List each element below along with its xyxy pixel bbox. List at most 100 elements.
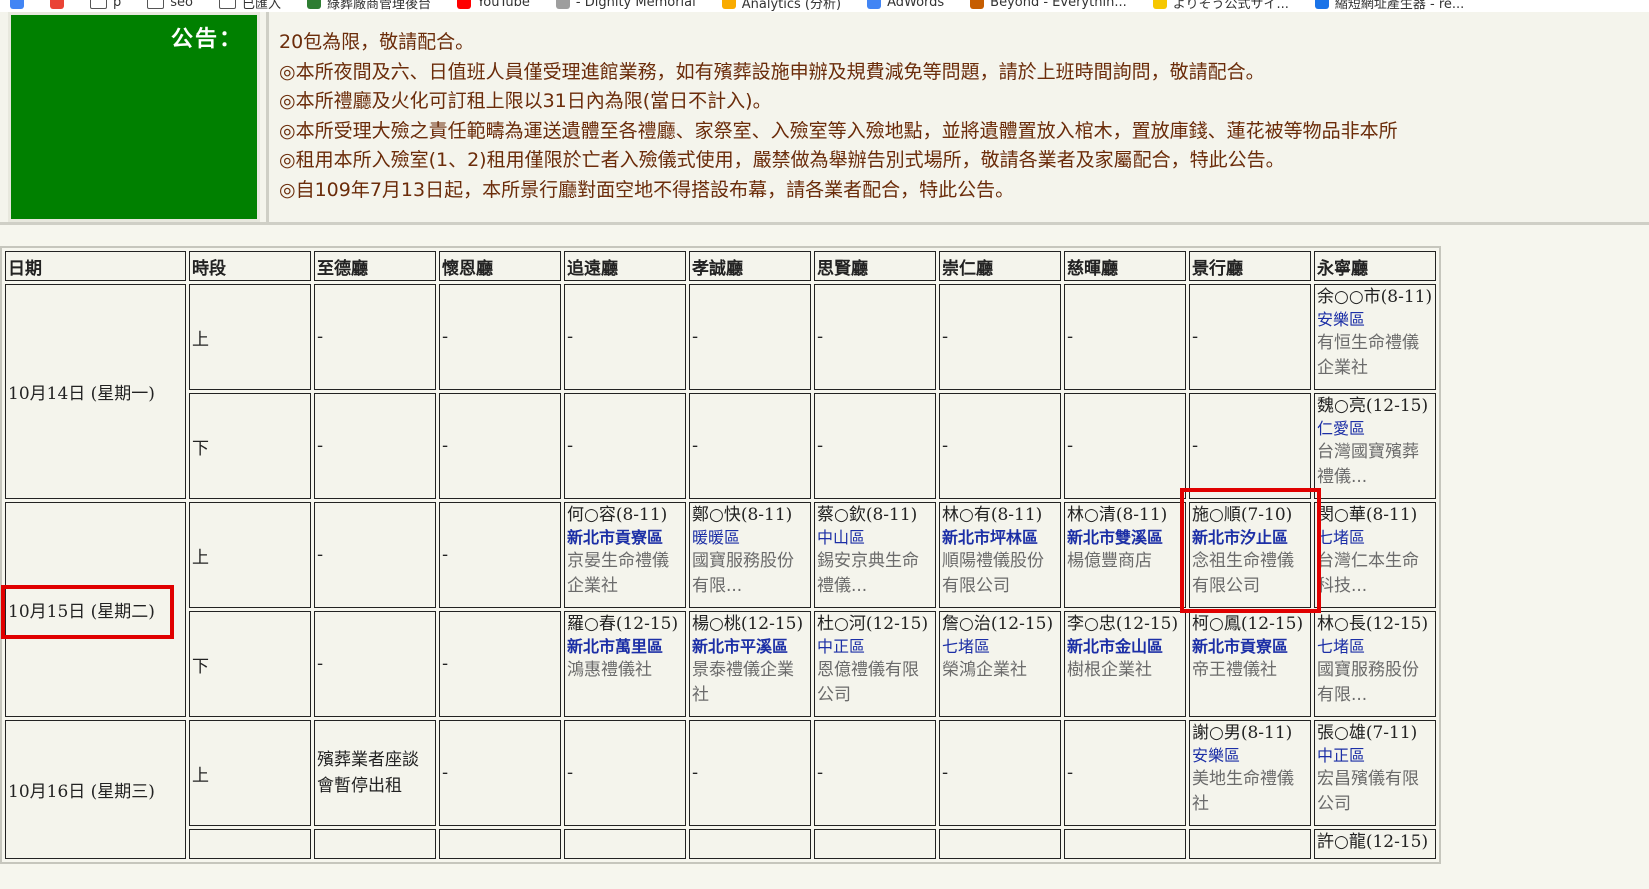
hall-slot-cell[interactable] — [939, 829, 1061, 859]
district-link[interactable]: 中正區 — [817, 636, 933, 658]
hall-slot-cell[interactable]: 魏○亮(12-15) 仁愛區 台灣國寶殯葬禮儀... — [1314, 393, 1436, 499]
district-link[interactable]: 安樂區 — [1317, 309, 1433, 331]
hall-slot-cell[interactable]: - — [439, 720, 561, 826]
hall-slot-cell[interactable]: 蔡○欽(8-11) 中山區 錫安京典生命禮儀... — [814, 502, 936, 608]
hall-slot-cell[interactable]: - — [689, 720, 811, 826]
column-header: 景行廳 — [1189, 251, 1311, 281]
district-link[interactable]: 中山區 — [817, 527, 933, 549]
slot-text: - — [692, 436, 699, 456]
hall-slot-cell[interactable]: - — [1064, 284, 1186, 390]
bookmark-item[interactable]: YouTube — [457, 0, 530, 10]
district-link[interactable]: 中正區 — [1317, 745, 1433, 767]
hall-slot-cell[interactable]: - — [439, 502, 561, 608]
bookmark-item[interactable]: seo — [147, 0, 193, 10]
district-link[interactable]: 新北市萬里區 — [567, 636, 683, 658]
hall-slot-cell[interactable]: - — [564, 393, 686, 499]
hall-slot-cell[interactable]: 鄭○快(8-11) 暖暖區 國寶服務股份有限... — [689, 502, 811, 608]
bookmark-item[interactable]: - Dignity Memorial — [555, 0, 696, 10]
hall-slot-cell[interactable]: - — [814, 393, 936, 499]
hall-slot-cell[interactable]: - — [439, 611, 561, 717]
hall-slot-cell[interactable]: 詹○治(12-15) 七堵區 榮鴻企業社 — [939, 611, 1061, 717]
hall-slot-cell[interactable]: - — [1064, 393, 1186, 499]
district-link[interactable]: 七堵區 — [1317, 527, 1433, 549]
hall-slot-cell[interactable]: - — [1189, 284, 1311, 390]
bookmark-item[interactable]: よりそう公式サイ... — [1152, 0, 1289, 12]
district-link[interactable]: 新北市坪林區 — [942, 527, 1058, 549]
column-header: 永寧廳 — [1314, 251, 1436, 281]
hall-slot-cell[interactable]: - — [564, 720, 686, 826]
hall-slot-cell[interactable]: 殯葬業者座談會暫停出租 — [314, 720, 436, 826]
hall-slot-cell[interactable]: 林○長(12-15) 七堵區 國寶服務股份有限... — [1314, 611, 1436, 717]
hall-slot-cell[interactable] — [814, 829, 936, 859]
district-link[interactable]: 安樂區 — [1192, 745, 1308, 767]
district-link[interactable]: 新北市雙溪區 — [1067, 527, 1183, 549]
hall-slot-cell[interactable]: 羅○春(12-15) 新北市萬里區 鴻惠禮儀社 — [564, 611, 686, 717]
table-row: 10月14日 (星期一) 上 - - - - - - - - 余○○市(8-11) 安樂區 有恒生命禮儀… — [5, 284, 1436, 499]
hall-slot-cell[interactable]: - — [939, 284, 1061, 390]
hall-slot-cell[interactable] — [439, 829, 561, 859]
table-row: 下 - - 羅○春(12-15) 新北市萬里區 鴻惠禮儀社 楊○桃(12-15) 新北市平溪區… — [5, 611, 1436, 717]
district-link[interactable]: 新北市汐止區 — [1192, 527, 1308, 549]
bookmark-item[interactable]: p — [90, 0, 121, 10]
notice-line: ◎本所夜間及六、日值班人員僅受理進館業務，如有殯葬設施申辦及規費減免等問題，請於… — [279, 60, 1265, 83]
bookmark-item[interactable] — [50, 0, 64, 9]
date-cell: 10月15日 (星期二) — [5, 502, 186, 717]
hall-slot-cell[interactable]: - — [939, 720, 1061, 826]
hall-slot-cell[interactable]: 柯○鳳(12-15) 新北市貢寮區 帝王禮儀社 — [1189, 611, 1311, 717]
hall-slot-cell[interactable]: - — [314, 393, 436, 499]
district-link[interactable]: 新北市貢寮區 — [567, 527, 683, 549]
hall-slot-cell[interactable]: - — [439, 393, 561, 499]
hall-slot-cell[interactable]: 杜○河(12-15) 中正區 恩億禮儀有限公司 — [814, 611, 936, 717]
deceased-name: 林○有(8-11) — [942, 505, 1043, 525]
slot-text: - — [1067, 327, 1074, 347]
hall-slot-cell[interactable]: - — [1064, 720, 1186, 826]
hall-slot-cell[interactable] — [689, 829, 811, 859]
bookmark-item[interactable]: 縮短網址產生器 - re... — [1314, 0, 1464, 12]
yorisou-icon — [1152, 0, 1167, 9]
hall-slot-cell[interactable]: 林○有(8-11) 新北市坪林區 順陽禮儀股份有限公司 — [939, 502, 1061, 608]
hall-slot-cell[interactable]: 張○雄(7-11) 中正區 宏昌殯儀有限公司 — [1314, 720, 1436, 826]
district-link[interactable]: 仁愛區 — [1317, 418, 1433, 440]
district-link[interactable]: 七堵區 — [942, 636, 1058, 658]
slot-text: - — [317, 654, 324, 674]
hall-slot-cell[interactable] — [564, 829, 686, 859]
hall-slot-cell[interactable]: 楊○桃(12-15) 新北市平溪區 景泰禮儀企業社 — [689, 611, 811, 717]
hall-slot-cell[interactable]: - — [1189, 393, 1311, 499]
hall-slot-cell[interactable]: - — [314, 502, 436, 608]
hall-slot-cell[interactable]: - — [814, 284, 936, 390]
bookmark-item[interactable]: 已匯入 — [219, 0, 281, 12]
hall-slot-cell[interactable]: - — [939, 393, 1061, 499]
hall-slot-cell[interactable]: 余○○市(8-11) 安樂區 有恒生命禮儀企業社 — [1314, 284, 1436, 390]
hall-slot-cell[interactable]: - — [564, 284, 686, 390]
calendar-icon — [10, 0, 24, 9]
bookmark-item[interactable]: 綠葬廠商管理後台 — [307, 0, 431, 12]
hall-slot-cell[interactable]: - — [314, 611, 436, 717]
hall-slot-cell[interactable]: 謝○男(8-11) 安樂區 美地生命禮儀社 — [1189, 720, 1311, 826]
hall-slot-cell[interactable] — [1064, 829, 1186, 859]
hall-slot-cell[interactable]: 許○龍(12-15) — [1314, 829, 1436, 859]
district-link[interactable]: 新北市貢寮區 — [1192, 636, 1308, 658]
bookmark-item[interactable]: Analytics (分析) — [721, 0, 841, 12]
hall-slot-cell[interactable]: 施○順(7-10) 新北市汐止區 念祖生命禮儀有限公司 — [1189, 502, 1311, 608]
notice-body: 20包為限，敬請配合。 ◎本所夜間及六、日值班人員僅受理進館業務，如有殯葬設施申辦… — [266, 12, 1649, 222]
hall-slot-cell[interactable]: - — [439, 284, 561, 390]
district-link[interactable]: 新北市金山區 — [1067, 636, 1183, 658]
district-link[interactable]: 新北市平溪區 — [692, 636, 808, 658]
hall-slot-cell[interactable]: - — [314, 284, 436, 390]
hall-slot-cell[interactable] — [1189, 829, 1311, 859]
hall-slot-cell[interactable]: - — [689, 393, 811, 499]
bookmark-item[interactable] — [10, 0, 24, 9]
hall-slot-cell[interactable]: 林○清(8-11) 新北市雙溪區 楊億豐商店 — [1064, 502, 1186, 608]
deceased-name: 閔○華(8-11) — [1317, 505, 1418, 525]
district-link[interactable]: 暖暖區 — [692, 527, 808, 549]
hall-slot-cell[interactable]: 閔○華(8-11) 七堵區 台灣仁本生命科技... — [1314, 502, 1436, 608]
hall-slot-cell[interactable]: - — [814, 720, 936, 826]
district-link[interactable]: 七堵區 — [1317, 636, 1433, 658]
hall-slot-cell[interactable]: 李○忠(12-15) 新北市金山區 樹根企業社 — [1064, 611, 1186, 717]
hall-slot-cell[interactable]: - — [689, 284, 811, 390]
bookmark-item[interactable]: Beyond - Everythin... — [970, 0, 1127, 10]
hall-slot-cell[interactable]: 何○容(8-11) 新北市貢寮區 京晏生命禮儀企業社 — [564, 502, 686, 608]
hall-slot-cell[interactable] — [314, 829, 436, 859]
bookmark-item[interactable]: AdWords — [867, 0, 944, 10]
bookmark-label: 已匯入 — [242, 0, 282, 12]
